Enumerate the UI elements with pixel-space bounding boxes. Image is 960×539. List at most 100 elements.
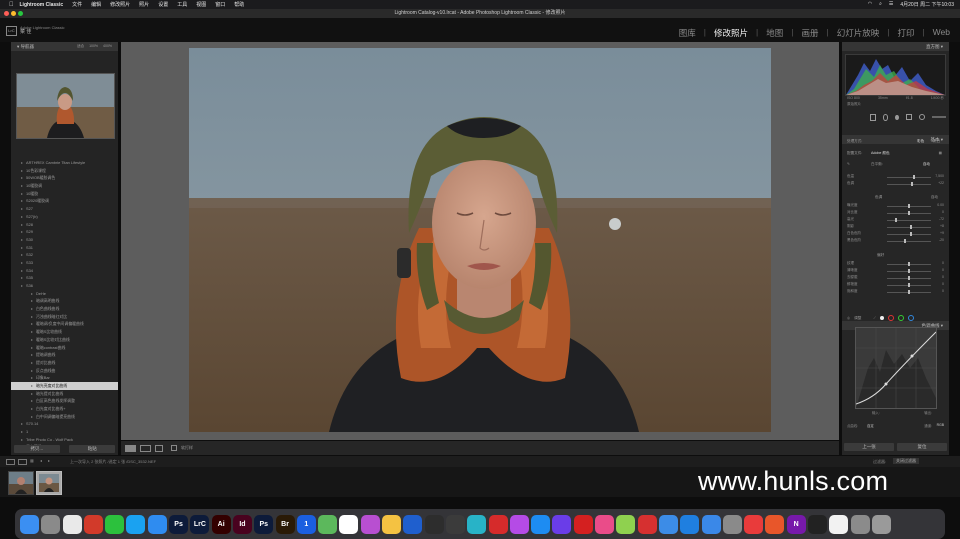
preset-folder[interactable]: S2020暖胶调 <box>11 197 118 205</box>
paw-icon[interactable] <box>658 514 678 534</box>
back-arrow-icon[interactable]: ◂ <box>40 458 42 463</box>
preset-folder[interactable]: ARTHREX Cambrie Titan Lifestyle <box>11 159 118 167</box>
slider-track[interactable] <box>887 220 931 221</box>
previous-button[interactable]: 上一张 <box>844 443 894 451</box>
preset-item[interactable]: 白中间调偏暗提亮曲线 <box>11 413 118 421</box>
qq-icon[interactable] <box>126 514 146 534</box>
slider-knob[interactable] <box>908 290 910 294</box>
preset-folder[interactable]: 10色彩课程 <box>11 167 118 175</box>
monitor-1-icon[interactable] <box>6 459 15 465</box>
close-icon[interactable] <box>4 11 9 16</box>
slider-knob[interactable] <box>908 204 910 208</box>
navigator-preview[interactable] <box>16 73 115 139</box>
lightroom-classic-icon[interactable]: LrC <box>190 514 210 534</box>
reset-button[interactable]: 复位 <box>897 443 947 451</box>
brush-icon[interactable] <box>931 116 947 118</box>
preset-item[interactable]: 暗调高明曲线 <box>11 297 118 305</box>
slider-value[interactable]: +8 <box>940 224 944 228</box>
textedit-icon[interactable] <box>829 514 849 534</box>
thunder-icon[interactable] <box>83 514 103 534</box>
finder-icon[interactable] <box>20 514 39 534</box>
preset-folder[interactable]: S70.14 <box>11 420 118 428</box>
menu-item[interactable]: 帮助 <box>234 1 244 8</box>
wb-eyedropper-icon[interactable]: ✎ <box>847 162 850 166</box>
trash-icon[interactable] <box>871 514 891 534</box>
slider-value[interactable]: +9 <box>940 231 944 235</box>
module-tab[interactable]: 地图 <box>764 27 785 39</box>
slider-value[interactable]: +22 <box>938 181 944 185</box>
channel-dropdown[interactable]: RGB <box>937 423 944 427</box>
preset-item[interactable]: 暖暗contrast曲线 <box>11 344 118 352</box>
figma-icon[interactable] <box>765 514 785 534</box>
slider-knob[interactable] <box>909 225 912 229</box>
treatment-color[interactable]: 彩色 <box>917 139 924 144</box>
curve-point-green-icon[interactable] <box>897 315 904 321</box>
soft-proof-checkbox[interactable] <box>171 445 177 451</box>
preset-folder[interactable]: 1 <box>11 428 118 436</box>
system-prefs-icon[interactable] <box>722 514 742 534</box>
preset-folder[interactable]: S36 <box>11 282 118 290</box>
preset-folder[interactable]: 50WOB暖胶调色 <box>11 174 118 182</box>
launchpad-icon[interactable] <box>41 514 61 534</box>
preset-item[interactable]: 提暗调曲线 <box>11 351 118 359</box>
netease-icon[interactable] <box>488 514 508 534</box>
treatment-bw[interactable]: 黑白 <box>933 139 940 144</box>
module-tab[interactable]: 画册 <box>799 27 820 39</box>
preset-folder[interactable]: S31 <box>11 244 118 252</box>
network-icon[interactable] <box>339 514 359 534</box>
maps-icon[interactable] <box>318 514 338 534</box>
tone-auto-button[interactable]: 自动 <box>931 195 938 200</box>
wb-dropdown[interactable]: 自动 <box>923 162 930 167</box>
onenote-icon[interactable]: N <box>786 514 806 534</box>
control-center-icon[interactable]: ☰ <box>889 1 893 8</box>
curve-param-icon[interactable]: ⟋ <box>873 316 876 320</box>
preset-item[interactable]: DeHe <box>11 290 118 298</box>
utorrent-icon[interactable] <box>467 514 487 534</box>
clock[interactable]: 4月20日 周二 下午10:03 <box>900 1 954 8</box>
radial-filter-icon[interactable] <box>918 114 925 120</box>
menu-item[interactable]: 文件 <box>72 1 82 8</box>
main-photo[interactable] <box>189 48 771 432</box>
final-cut-icon[interactable] <box>445 514 465 534</box>
module-tab[interactable]: 打印 <box>895 27 916 39</box>
slider-knob[interactable] <box>910 182 913 186</box>
loupe-view[interactable] <box>121 42 839 440</box>
slider-value[interactable]: 0 <box>942 282 944 286</box>
podcast-icon[interactable] <box>509 514 529 534</box>
preset-folder[interactable]: S28 <box>11 221 118 229</box>
preset-item[interactable]: 反点曲线曲 <box>11 367 118 375</box>
preset-folder[interactable]: S33 <box>11 259 118 267</box>
navigator-header[interactable]: ▾ 导航器 适合 100% 400% <box>11 42 118 51</box>
profile-browser-icon[interactable]: ▦ <box>939 151 942 155</box>
filter-dropdown[interactable]: 关闭过滤器 <box>893 458 919 464</box>
premiere-icon[interactable] <box>424 514 444 534</box>
target-adjust-icon[interactable]: ◎ <box>847 316 850 320</box>
filmstrip-source[interactable]: 上一次导入 2 张照片 /选定 1 张 /DSC_3532.NEF <box>70 459 156 465</box>
notes-icon[interactable] <box>403 514 423 534</box>
slider-value[interactable]: 0 <box>942 289 944 293</box>
menu-item[interactable]: 视图 <box>196 1 206 8</box>
itunes-icon[interactable] <box>595 514 615 534</box>
preset-folder[interactable]: 10暖胶 <box>11 190 118 198</box>
preset-item[interactable]: 暖暗S比较对比曲线 <box>11 336 118 344</box>
menu-app-name[interactable]: Lightroom Classic <box>20 2 64 8</box>
app-store-icon[interactable] <box>531 514 551 534</box>
menu-item[interactable]: 窗口 <box>215 1 225 8</box>
slider-value[interactable]: -72 <box>939 217 944 221</box>
preset-folder[interactable]: S35 <box>11 274 118 282</box>
slider-value[interactable]: 0.00 <box>937 203 944 207</box>
menu-item[interactable]: 编辑 <box>91 1 101 8</box>
paste-button[interactable]: 粘贴 <box>69 444 116 453</box>
screen-record-icon[interactable] <box>637 514 657 534</box>
spot-removal-icon[interactable] <box>882 113 889 121</box>
preset-item[interactable]: 暖暗调/负度中间调偏暖曲线 <box>11 320 118 328</box>
module-tab[interactable]: Web <box>931 27 952 39</box>
slider-track[interactable] <box>887 241 931 242</box>
mail-icon[interactable] <box>701 514 721 534</box>
module-tab[interactable]: 修改照片 <box>712 27 750 39</box>
zoom-100[interactable]: 100% <box>89 42 98 51</box>
1password-icon[interactable]: 1 <box>296 514 316 534</box>
zoom-fit[interactable]: 适合 <box>77 42 84 51</box>
module-tab[interactable]: 图库 <box>677 27 698 39</box>
red-eye-icon[interactable] <box>895 114 899 120</box>
